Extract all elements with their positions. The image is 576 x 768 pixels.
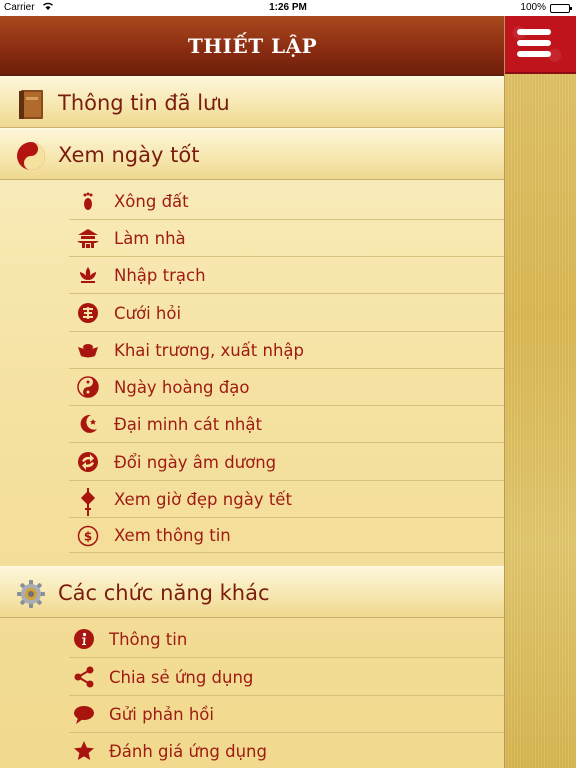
star-icon (73, 740, 95, 762)
svg-text:$: $ (84, 530, 92, 544)
list-item-dai-minh-cat-nhat[interactable]: Đại minh cát nhật (69, 406, 504, 443)
hamburger-icon (517, 29, 551, 61)
item-label: Khai trương, xuất nhập (114, 341, 304, 360)
menu-toggle-button[interactable] (505, 16, 576, 74)
list-item-lam-nha[interactable]: Làm nhà (69, 220, 504, 257)
footprint-icon (77, 190, 99, 212)
background-strip (505, 16, 576, 768)
section-other-functions[interactable]: Các chức năng khác (0, 566, 504, 618)
item-label: Đánh giá ứng dụng (109, 742, 267, 761)
section-saved-label: Thông tin đã lưu (58, 91, 230, 115)
item-label: Xem thông tin (114, 526, 231, 545)
coin-icon: $ (77, 525, 99, 547)
item-label: Chia sẻ ứng dụng (109, 668, 254, 687)
lotus-icon (77, 264, 99, 286)
list-item-ngay-hoang-dao[interactable]: Ngày hoàng đạo (69, 369, 504, 406)
yin-yang-icon (16, 141, 46, 171)
section-other-label: Các chức năng khác (58, 581, 270, 605)
gold-ingot-icon (77, 339, 99, 361)
info-icon (73, 628, 95, 650)
list-item-khai-truong[interactable]: Khai trương, xuất nhập (69, 332, 504, 369)
section-good-days-label: Xem ngày tốt (58, 143, 200, 167)
list-item-nhap-trach[interactable]: Nhập trạch (69, 257, 504, 294)
item-label: Ngày hoàng đạo (114, 378, 250, 397)
header-bar: THIẾT LẬP (0, 16, 504, 76)
item-label: Xem giờ đẹp ngày tết (114, 490, 292, 509)
share-icon (73, 666, 95, 688)
double-happiness-icon (77, 302, 99, 324)
list-item-thong-tin[interactable]: Thông tin (69, 621, 504, 658)
list-item-xong-dat[interactable]: Xông đất (69, 183, 504, 220)
list-item-chia-se[interactable]: Chia sẻ ứng dụng (69, 659, 504, 696)
section-saved-info[interactable]: Thông tin đã lưu (0, 76, 504, 128)
battery-percent: 100% (520, 2, 546, 13)
list-item-doi-ngay[interactable]: Đổi ngày âm dương (69, 444, 504, 481)
status-bar: Carrier 1:26 PM 100% (0, 0, 576, 16)
gear-icon (16, 579, 46, 609)
item-label: Cưới hỏi (114, 304, 182, 323)
swap-icon (77, 451, 99, 473)
page-title: THIẾT LẬP (187, 34, 318, 58)
pagoda-icon (77, 227, 99, 249)
book-icon (16, 89, 46, 119)
item-label: Làm nhà (114, 229, 186, 248)
yin-yang-small-icon (77, 376, 99, 398)
item-label: Đổi ngày âm dương (114, 453, 277, 472)
status-time: 1:26 PM (269, 2, 307, 13)
item-label: Xông đất (114, 192, 189, 211)
knot-icon (77, 488, 99, 516)
list-item-danh-gia[interactable]: Đánh giá ứng dụng (69, 733, 504, 768)
section-good-days[interactable]: Xem ngày tốt (0, 128, 504, 180)
item-label: Thông tin (109, 630, 188, 649)
list-item-xem-thong-tin[interactable]: $ Xem thông tin (69, 518, 504, 553)
settings-menu-panel: THIẾT LẬP Thông tin đã lưu Xem ngày tốt (0, 16, 505, 768)
battery-icon (550, 4, 572, 13)
list-item-gio-dep-ngay-tet[interactable]: Xem giờ đẹp ngày tết (69, 481, 504, 518)
list-item-cuoi-hoi[interactable]: Cưới hỏi (69, 295, 504, 332)
moon-star-icon (77, 413, 99, 435)
item-label: Đại minh cát nhật (114, 415, 262, 434)
item-label: Nhập trạch (114, 266, 206, 285)
list-item-gui-phan-hoi[interactable]: Gửi phản hồi (69, 696, 504, 733)
chat-bubble-icon (73, 703, 95, 725)
item-label: Gửi phản hồi (109, 705, 214, 724)
